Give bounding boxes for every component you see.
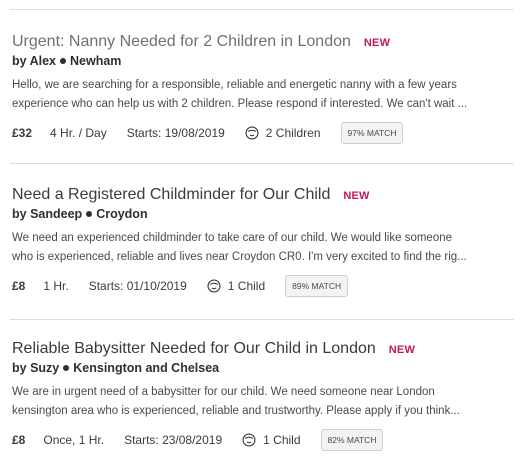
job-meta-row: £32 4 Hr. / Day Starts: 19/08/2019 2 Chi… — [12, 122, 513, 144]
job-title-row: Urgent: Nanny Needed for 2 Children in L… — [12, 33, 513, 51]
job-title-link[interactable]: Urgent: Nanny Needed for 2 Children in L… — [12, 33, 351, 51]
job-location: Kensington and Chelsea — [73, 361, 220, 375]
job-price: £8 — [12, 279, 26, 293]
separator-dot — [63, 364, 70, 371]
job-children-count: 1 Child — [227, 279, 266, 293]
job-description: We are in urgent need of a babysitter fo… — [12, 383, 512, 421]
new-badge: NEW — [363, 37, 391, 49]
job-hours: Once, 1 Hr. — [43, 433, 105, 447]
author-name: Suzy — [30, 361, 60, 375]
job-hours: 1 Hr. — [43, 279, 69, 293]
job-description-line: experience who can help us with 2 childr… — [12, 98, 468, 110]
job-children: 1 Child — [242, 433, 301, 447]
match-badge: 82% MATCH — [320, 429, 384, 451]
match-badge: 97% MATCH — [340, 122, 404, 144]
job-description: Hello, we are searching for a responsibl… — [12, 76, 512, 114]
job-location: Croydon — [96, 207, 148, 221]
job-meta-row: £8 1 Hr. Starts: 01/10/2019 1 Child 89% … — [12, 275, 513, 297]
job-list: Urgent: Nanny Needed for 2 Children in L… — [0, 0, 525, 470]
job-title-row: Need a Registered Childminder for Our Ch… — [12, 186, 513, 204]
job-byline: by Suzy Kensington and Chelsea — [12, 361, 513, 375]
match-badge: 89% MATCH — [285, 275, 349, 297]
job-byline: by Alex Newham — [12, 54, 513, 68]
new-badge: NEW — [388, 344, 416, 356]
job-card[interactable]: Need a Registered Childminder for Our Ch… — [0, 164, 525, 319]
job-description-line: We need an experienced childminder to ta… — [12, 232, 453, 244]
child-icon — [242, 433, 256, 447]
job-card[interactable]: Urgent: Nanny Needed for 2 Children in L… — [0, 10, 525, 163]
job-byline: by Sandeep Croydon — [12, 207, 513, 221]
new-badge: NEW — [343, 190, 370, 202]
job-children: 1 Child — [207, 279, 265, 293]
job-price: £32 — [12, 126, 33, 140]
job-children-count: 2 Children — [265, 126, 321, 140]
child-icon — [207, 279, 221, 293]
job-card[interactable]: Reliable Babysitter Needed for Our Child… — [0, 320, 525, 470]
job-description-line: Hello, we are searching for a responsibl… — [12, 79, 457, 91]
job-start-date: Starts: 01/10/2019 — [88, 279, 187, 293]
job-title-link[interactable]: Reliable Babysitter Needed for Our Child… — [12, 340, 376, 358]
by-label: by — [12, 207, 27, 221]
job-hours: 4 Hr. / Day — [50, 126, 107, 140]
job-title-link[interactable]: Need a Registered Childminder for Our Ch… — [12, 186, 330, 204]
job-description-line: who is experienced, reliable and lives n… — [12, 251, 467, 263]
job-meta-row: £8 Once, 1 Hr. Starts: 23/08/2019 1 Chil… — [12, 429, 513, 451]
separator-dot — [60, 57, 67, 64]
author-name: Sandeep — [30, 207, 83, 221]
job-description-line: kensington area who is experienced, reli… — [12, 405, 460, 417]
job-description: We need an experienced childminder to ta… — [12, 229, 512, 267]
job-title-row: Reliable Babysitter Needed for Our Child… — [12, 340, 513, 358]
job-children-count: 1 Child — [263, 433, 301, 447]
job-start-date: Starts: 23/08/2019 — [124, 433, 223, 447]
by-label: by — [12, 361, 27, 375]
job-location: Newham — [70, 54, 122, 68]
author-name: Alex — [29, 54, 57, 68]
by-label: by — [12, 54, 27, 68]
job-description-line: We are in urgent need of a babysitter fo… — [12, 386, 435, 398]
separator-dot — [86, 210, 93, 217]
job-start-date: Starts: 19/08/2019 — [126, 126, 225, 140]
job-price: £8 — [12, 433, 26, 447]
child-icon — [245, 126, 259, 140]
job-children: 2 Children — [245, 126, 321, 140]
